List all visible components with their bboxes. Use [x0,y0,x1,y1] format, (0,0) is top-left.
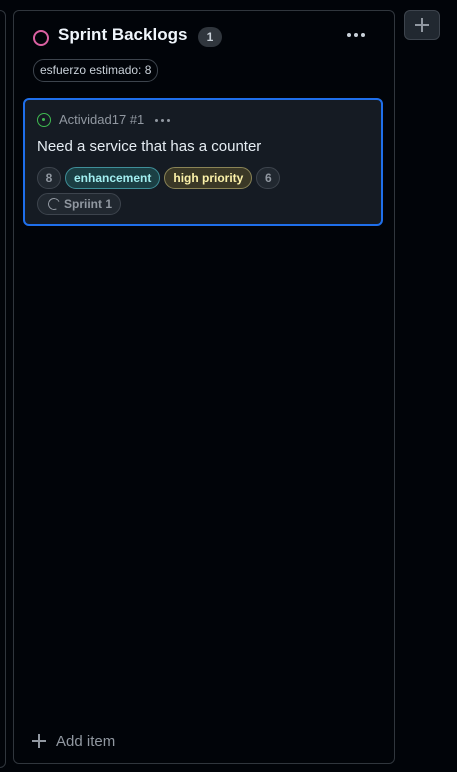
issue-card[interactable]: Actividad17 #1 Need a service that has a… [23,98,383,226]
plus-icon [415,18,429,32]
column-menu-kebab-icon[interactable] [344,25,368,45]
label-enhancement[interactable]: enhancement [65,167,161,189]
add-column-button[interactable] [404,10,440,40]
status-circle-icon [33,30,49,46]
column-item-count: 1 [198,27,222,47]
estimate-badge: 8 [37,167,61,189]
iteration-badge[interactable]: Spriint 1 [37,193,122,215]
previous-column-edge [0,10,6,768]
card-repo-reference[interactable]: Actividad17 #1 [59,112,144,127]
card-title[interactable]: Need a service that has a counter [37,138,261,155]
add-item-button[interactable]: Add item [32,729,115,753]
card-menu-kebab-icon[interactable] [151,113,173,127]
iteration-label: Spriint 1 [64,197,113,211]
issue-open-icon [37,113,51,127]
card-labels: 8 enhancement high priority 6 Spriint 1 [37,167,367,215]
column-header: Sprint Backlogs 1 esfuerzo estimado: 8 [14,11,394,97]
add-item-label: Add item [56,732,116,750]
label-high-priority[interactable]: high priority [164,167,253,189]
iteration-icon [46,196,62,212]
plus-icon [32,734,46,748]
count-badge: 6 [256,167,281,189]
column-title: Sprint Backlogs [58,25,188,44]
board-column-sprint-backlogs: Sprint Backlogs 1 esfuerzo estimado: 8 A… [13,10,395,764]
column-estimate-chip: esfuerzo estimado: 8 [33,59,159,82]
